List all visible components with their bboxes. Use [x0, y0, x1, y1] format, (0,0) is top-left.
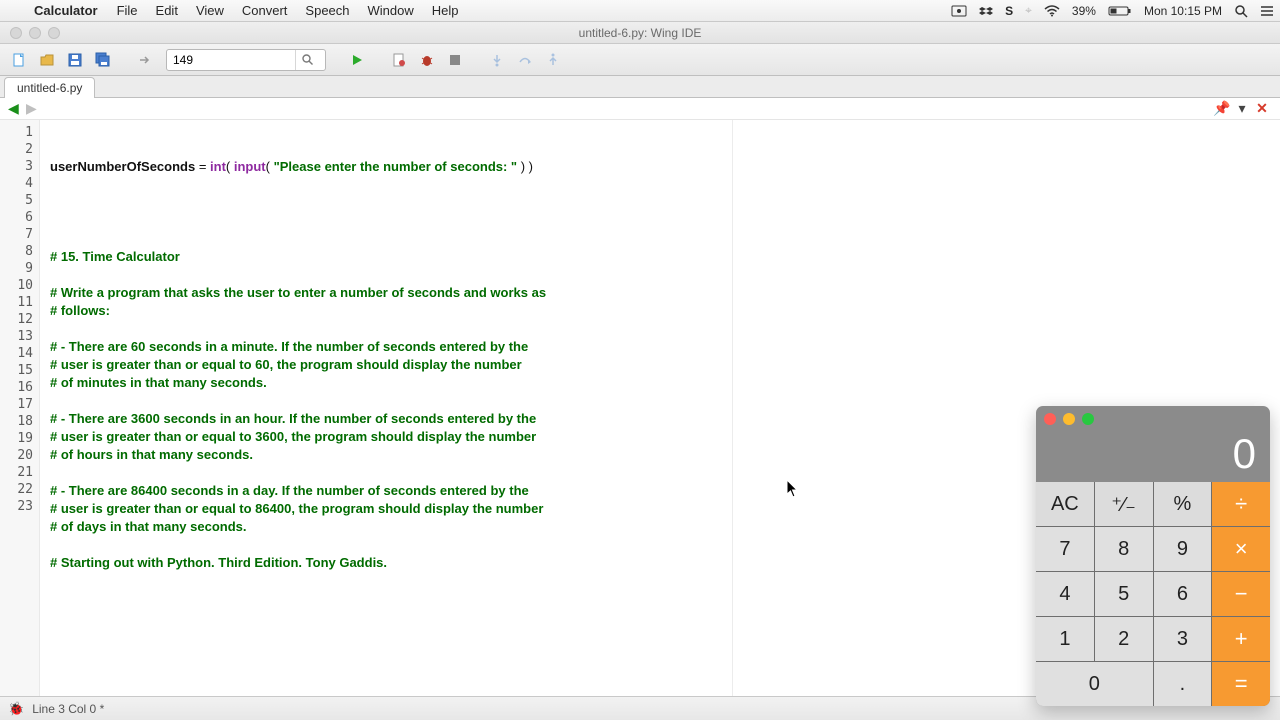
- calc-keypad: AC ⁺⁄₋ % ÷ 7 8 9 × 4 5 6 − 1 2 3 + 0 . =: [1036, 482, 1270, 706]
- nav-back-icon[interactable]: ◀: [8, 100, 26, 117]
- menu-convert[interactable]: Convert: [233, 3, 297, 18]
- save-all-button[interactable]: [92, 49, 114, 71]
- step-out-button[interactable]: [542, 49, 564, 71]
- battery-percent: 39%: [1066, 4, 1102, 18]
- search-icon[interactable]: [295, 50, 319, 70]
- key-multiply[interactable]: ×: [1212, 527, 1270, 571]
- clock[interactable]: Mon 10:15 PM: [1138, 4, 1228, 18]
- battery-icon[interactable]: [1102, 5, 1138, 17]
- key-equals[interactable]: =: [1212, 662, 1270, 706]
- search-box[interactable]: [166, 49, 326, 71]
- stop-button[interactable]: [444, 49, 466, 71]
- key-3[interactable]: 3: [1154, 617, 1212, 661]
- wifi-icon[interactable]: [1038, 5, 1066, 17]
- key-divide[interactable]: ÷: [1212, 482, 1270, 526]
- key-6[interactable]: 6: [1154, 572, 1212, 616]
- key-percent[interactable]: %: [1154, 482, 1212, 526]
- close-tab-icon[interactable]: ✕: [1252, 100, 1272, 117]
- chevron-down-icon[interactable]: ▾: [1232, 100, 1252, 117]
- ide-toolbar: [0, 44, 1280, 76]
- status-text: Line 3 Col 0 *: [32, 702, 104, 716]
- key-ac[interactable]: AC: [1036, 482, 1094, 526]
- app-name[interactable]: Calculator: [24, 3, 108, 18]
- calc-titlebar[interactable]: [1036, 406, 1270, 432]
- menu-edit[interactable]: Edit: [147, 3, 187, 18]
- menu-speech[interactable]: Speech: [296, 3, 358, 18]
- nav-forward-icon[interactable]: ▶: [26, 100, 44, 117]
- key-0[interactable]: 0: [1036, 662, 1153, 706]
- bluetooth-icon[interactable]: ⌖: [1019, 3, 1038, 18]
- goto-line-button[interactable]: [134, 49, 156, 71]
- screencast-icon[interactable]: [945, 5, 973, 17]
- notification-center-icon[interactable]: [1254, 5, 1280, 17]
- menu-file[interactable]: File: [108, 3, 147, 18]
- calc-minimize[interactable]: [1063, 413, 1075, 425]
- calc-close[interactable]: [1044, 413, 1056, 425]
- step-into-button[interactable]: [486, 49, 508, 71]
- calc-zoom[interactable]: [1082, 413, 1094, 425]
- window-title: untitled-6.py: Wing IDE: [0, 26, 1280, 40]
- editor-tabstrip: untitled-6.py: [0, 76, 1280, 98]
- key-decimal[interactable]: .: [1154, 662, 1212, 706]
- new-file-button[interactable]: [8, 49, 30, 71]
- open-file-button[interactable]: [36, 49, 58, 71]
- key-5[interactable]: 5: [1095, 572, 1153, 616]
- menu-window[interactable]: Window: [359, 3, 423, 18]
- debug-button[interactable]: [416, 49, 438, 71]
- key-subtract[interactable]: −: [1212, 572, 1270, 616]
- tab-untitled6[interactable]: untitled-6.py: [4, 77, 95, 98]
- debug-file-button[interactable]: [388, 49, 410, 71]
- step-over-button[interactable]: [514, 49, 536, 71]
- calc-display: 0: [1036, 432, 1270, 482]
- key-8[interactable]: 8: [1095, 527, 1153, 571]
- key-plusminus[interactable]: ⁺⁄₋: [1095, 482, 1153, 526]
- key-9[interactable]: 9: [1154, 527, 1212, 571]
- pin-icon[interactable]: 📌: [1212, 100, 1232, 117]
- save-file-button[interactable]: [64, 49, 86, 71]
- status-bug-icon[interactable]: 🐞: [8, 701, 24, 717]
- skype-icon[interactable]: S: [999, 4, 1019, 18]
- key-add[interactable]: +: [1212, 617, 1270, 661]
- macos-menubar: Calculator File Edit View Convert Speech…: [0, 0, 1280, 22]
- calculator-window[interactable]: 0 AC ⁺⁄₋ % ÷ 7 8 9 × 4 5 6 − 1 2 3 + 0 .…: [1036, 406, 1270, 706]
- column-ruler: [732, 120, 733, 696]
- menu-view[interactable]: View: [187, 3, 233, 18]
- menu-help[interactable]: Help: [423, 3, 468, 18]
- search-input[interactable]: [167, 50, 295, 70]
- key-4[interactable]: 4: [1036, 572, 1094, 616]
- spotlight-icon[interactable]: [1228, 4, 1254, 18]
- line-gutter: 1 2 3 4 5 6 7 8 9 10 11 12 13 14 15 16 1…: [0, 120, 40, 696]
- editor-navrow: ◀ ▶ 📌 ▾ ✕: [0, 98, 1280, 120]
- run-button[interactable]: [346, 49, 368, 71]
- key-1[interactable]: 1: [1036, 617, 1094, 661]
- dropbox-icon[interactable]: [973, 5, 999, 17]
- key-7[interactable]: 7: [1036, 527, 1094, 571]
- window-titlebar: untitled-6.py: Wing IDE: [0, 22, 1280, 44]
- key-2[interactable]: 2: [1095, 617, 1153, 661]
- mouse-cursor-icon: [787, 480, 799, 498]
